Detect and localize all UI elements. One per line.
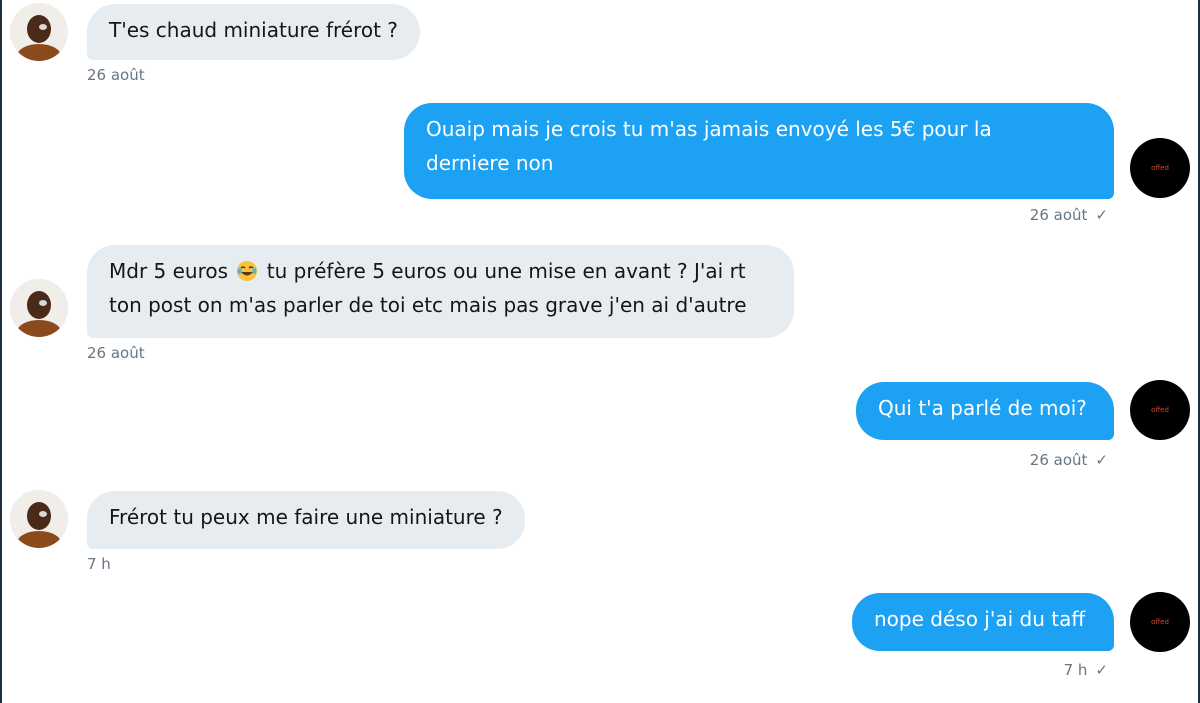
timestamp-text: 26 août bbox=[1029, 206, 1088, 224]
message-bubble-incoming[interactable]: T'es chaud miniature frérot ? bbox=[87, 4, 420, 60]
person-avatar-icon bbox=[10, 279, 68, 337]
own-avatar[interactable]: offed bbox=[1130, 592, 1190, 652]
contact-avatar[interactable] bbox=[10, 490, 68, 548]
message-bubble-incoming[interactable]: Frérot tu peux me faire une miniature ? bbox=[87, 491, 525, 549]
message-text-line: Mdr 5 euros tu préfère 5 euros ou une mi… bbox=[109, 254, 772, 288]
message-bubble-outgoing[interactable]: nope déso j'ai du taff bbox=[852, 593, 1114, 651]
message-bubble-outgoing[interactable]: Ouaip mais je crois tu m'as jamais envoy… bbox=[404, 103, 1114, 199]
message-bubble-incoming[interactable]: Mdr 5 euros tu préfère 5 euros ou une mi… bbox=[87, 245, 794, 338]
message-text: tu préfère 5 euros ou une mise en avant … bbox=[266, 259, 746, 283]
message-timestamp: 26 août ✓ bbox=[1030, 451, 1108, 469]
contact-avatar[interactable] bbox=[10, 3, 68, 61]
face-with-tears-of-joy-icon bbox=[237, 261, 258, 281]
message-text-line: ton post on m'as parler de toi etc mais … bbox=[109, 293, 747, 317]
avatar-logo-text: offed bbox=[1151, 164, 1169, 172]
message-timestamp: 26 août bbox=[87, 344, 145, 362]
message-timestamp: 7 h bbox=[87, 555, 111, 573]
timestamp-text: 26 août bbox=[1029, 451, 1088, 469]
person-avatar-icon bbox=[10, 3, 68, 61]
message-timestamp: 26 août bbox=[87, 66, 145, 84]
own-avatar[interactable]: offed bbox=[1130, 138, 1190, 198]
contact-avatar[interactable] bbox=[10, 279, 68, 337]
message-bubble-outgoing[interactable]: Qui t'a parlé de moi? bbox=[856, 382, 1114, 440]
message-text: Frérot tu peux me faire une miniature ? bbox=[109, 505, 503, 529]
avatar-logo-text: offed bbox=[1151, 618, 1169, 626]
window-border-left bbox=[0, 0, 2, 703]
message-text: Mdr 5 euros bbox=[109, 259, 229, 283]
message-text: nope déso j'ai du taff bbox=[874, 607, 1086, 631]
timestamp-text: 7 h bbox=[1063, 661, 1088, 679]
message-text: T'es chaud miniature frérot ? bbox=[109, 18, 398, 42]
read-check-icon: ✓ bbox=[1095, 661, 1108, 679]
avatar-logo-text: offed bbox=[1151, 406, 1169, 414]
message-text-line: derniere non bbox=[426, 151, 554, 175]
read-check-icon: ✓ bbox=[1095, 206, 1108, 224]
message-text-line: Ouaip mais je crois tu m'as jamais envoy… bbox=[426, 117, 992, 141]
message-timestamp: 7 h ✓ bbox=[1064, 661, 1108, 679]
read-check-icon: ✓ bbox=[1095, 451, 1108, 469]
message-timestamp: 26 août ✓ bbox=[1030, 206, 1108, 224]
message-text: Qui t'a parlé de moi? bbox=[878, 396, 1087, 420]
own-avatar[interactable]: offed bbox=[1130, 380, 1190, 440]
person-avatar-icon bbox=[10, 490, 68, 548]
